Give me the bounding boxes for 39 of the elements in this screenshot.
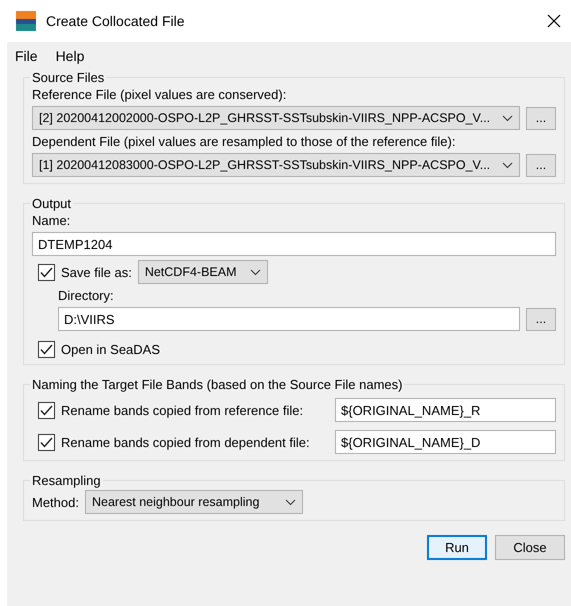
field-label: Directory: — [58, 288, 115, 303]
caret-icon — [502, 114, 513, 122]
group-title: Naming the Target File Bands (based on the Source File names) — [31, 377, 404, 392]
field-label: Name: — [32, 213, 72, 228]
checkbox-label: Open in SeaDAS — [61, 342, 160, 357]
format-dropdown[interactable]: NetCDF4-BEAM — [138, 260, 268, 284]
group-title: Resampling — [31, 473, 102, 488]
field-label: Dependent File (pixel values are resampled to those of the reference file): — [32, 134, 456, 149]
file-dropdown[interactable]: [2] 20200412002000-OSPO-L2P_GHRSST-SSTsubskin-VIIRS_NPP-ACSPO_V... — [32, 106, 520, 130]
menu-item[interactable]: File — [15, 48, 38, 64]
dialog-button[interactable]: Run — [427, 535, 487, 560]
dialog-button[interactable]: Close — [495, 535, 565, 560]
checkbox[interactable] — [38, 434, 55, 450]
caret-icon — [502, 162, 513, 168]
checkbox-label: Save file as: — [61, 264, 132, 280]
caret-icon — [284, 498, 296, 506]
directory-field[interactable]: D:\VIIRS — [58, 307, 520, 331]
field-label: Reference File (pixel values are conserved): — [32, 87, 288, 102]
method-dropdown[interactable]: Nearest neighbour resampling — [84, 490, 303, 514]
caret-icon — [250, 268, 261, 276]
checkbox[interactable] — [38, 341, 55, 358]
band-name-field[interactable]: ${ORIGINAL_NAME}_D — [335, 430, 556, 454]
file-dropdown[interactable]: [1] 20200412083000-OSPO-L2P_GHRSST-SSTsubskin-VIIRS_NPP-ACSPO_V... — [32, 153, 520, 177]
checkbox-label: Rename bands copied from dependent file: — [61, 434, 311, 450]
group-title: Output — [31, 196, 72, 211]
checkbox[interactable] — [38, 264, 55, 280]
browse-button[interactable]: ... — [526, 154, 556, 176]
checkbox-label: Rename bands copied from reference file: — [61, 402, 304, 418]
band-name-field[interactable]: ${ORIGINAL_NAME}_R — [335, 398, 556, 422]
app-icon — [16, 11, 36, 31]
menu-item[interactable]: Help — [56, 48, 84, 64]
window-title: Create Collocated File — [46, 13, 186, 29]
close-icon[interactable] — [547, 14, 561, 28]
checkbox[interactable] — [38, 402, 55, 418]
field-label: Method: — [32, 494, 79, 510]
name-field[interactable]: DTEMP1204 — [32, 232, 556, 256]
group-title: Source Files — [31, 70, 106, 85]
browse-button[interactable]: ... — [526, 308, 556, 330]
browse-button[interactable]: ... — [526, 106, 556, 130]
